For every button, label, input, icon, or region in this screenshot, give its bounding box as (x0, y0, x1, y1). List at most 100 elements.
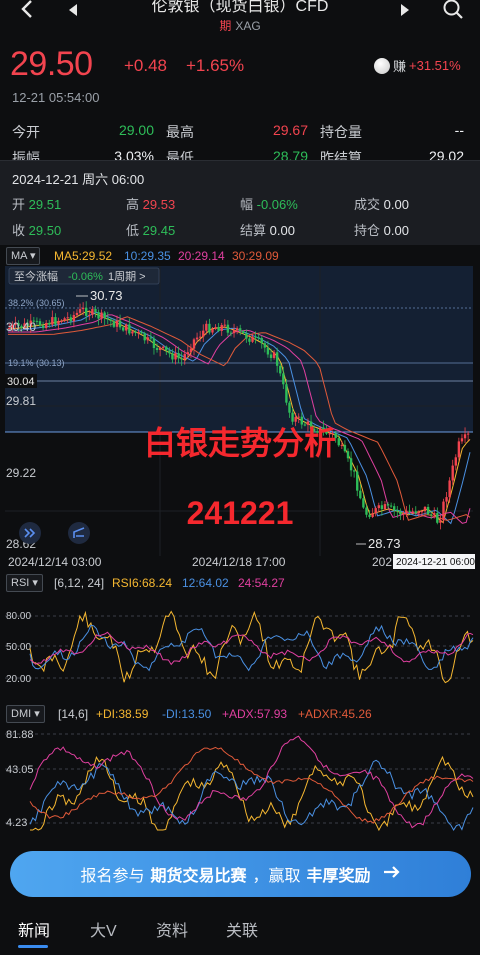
profit-dot-icon (374, 57, 390, 74)
rsi24-value: 24:54.27 (238, 576, 285, 590)
fib-zone-bg (5, 266, 473, 432)
ma-bar: MA ▾ MA5:29.52 10:29.35 20:29.14 30:29.0… (0, 245, 480, 267)
card-open-label: 开 (12, 197, 26, 212)
tab-info[interactable]: 资料 (156, 917, 188, 941)
y-label-3004: 30.04 (7, 376, 35, 388)
rsi-lines (29, 610, 474, 684)
expand-icon[interactable] (19, 522, 41, 544)
rsi12-value: 12:64.02 (182, 576, 229, 590)
stat-open-value: 29.00 (118, 122, 154, 138)
adxr-value: +ADXR:45.26 (298, 707, 372, 721)
page-title: 伦敦银（现货白银）CFD (151, 0, 329, 15)
period-label: 1周期 > (108, 270, 146, 283)
card-high-value: 29.53 (142, 197, 176, 212)
adx-value: +ADX:57.93 (222, 707, 288, 721)
quote-time: 12-21 05:54:00 (12, 90, 100, 105)
card-amp-value: -0.06% (256, 197, 298, 212)
rsi-params: [6,12, 24] (54, 576, 105, 590)
bottom-tabs: 新闻 大V 资料 关联 (0, 905, 480, 955)
price-change: +0.48 (124, 56, 168, 75)
rsi6-value: RSI6:68.24 (112, 576, 173, 590)
back-icon[interactable] (18, 0, 36, 22)
dmi-y-mid: 43.05 (6, 764, 34, 776)
high-mark-label: 30.73 (90, 288, 123, 303)
card-close-label: 收 (12, 223, 26, 238)
prev-icon[interactable] (66, 0, 80, 24)
crosshair-time: 2024-12-21 06:00 (396, 557, 475, 568)
stat-oi-label: 持仓量 (320, 124, 362, 140)
overlay-title: 白银走势分析 (144, 425, 336, 461)
card-low-value: 29.45 (142, 223, 176, 238)
card-vol-label: 成交 (354, 197, 381, 212)
banner-text-4: 丰厚奖励 (306, 868, 371, 885)
dmi-selector-label: DMI (11, 708, 32, 720)
draw-tool-icon[interactable] (68, 522, 90, 544)
stat-open-label: 今开 (12, 124, 40, 140)
dmi-chart[interactable]: 81.88 43.05 4.23 (0, 726, 480, 832)
dmi-y-bottom: 4.23 (6, 817, 27, 829)
card-date: 2024-12-21 周六 06:00 (12, 172, 145, 187)
rsi-chart[interactable]: 80.00 50.00 20.00 (0, 596, 480, 696)
dmi-bar: DMI ▾ [14,6] +DI:38.59 -DI:13.50 +ADX:57… (0, 703, 480, 725)
x-label-mid: 2024/12/18 17:00 (192, 555, 286, 569)
ma-selector[interactable]: MA ▾ (6, 247, 41, 265)
futures-tag: 期 (219, 19, 232, 33)
banner-text-1: 报名参与 (80, 868, 145, 885)
card-settle-value: 0.00 (269, 223, 295, 238)
x-label-end: 202 (372, 555, 392, 569)
symbol-code: XAG (235, 19, 261, 33)
tab-bigv[interactable]: 大V (90, 917, 117, 941)
card-open-value: 29.51 (28, 197, 62, 212)
dmi-lines (29, 735, 474, 832)
arrow-right-icon (383, 865, 401, 884)
tab-active-indicator (18, 945, 48, 948)
rsi-bar: RSI ▾ [6,12, 24] RSI6:68.24 12:64.02 24:… (0, 572, 480, 594)
stat-oi-value: -- (454, 122, 464, 138)
y-label-3040: 30.40 (6, 320, 36, 334)
card-oi-label: 持仓 (354, 223, 381, 238)
candle-info-card: 2024-12-21 周六 06:00 开 29.51 高 29.53 幅 -0… (0, 160, 480, 245)
banner-text-3: ，赢取 (252, 868, 301, 885)
ma-selector-label: MA (11, 250, 27, 262)
dmi-y-top: 81.88 (6, 729, 34, 741)
last-price: 29.50 (10, 45, 93, 83)
low-mark-label: 28.73 (368, 536, 401, 551)
top-nav: 伦敦银（现货白银）CFD 期 XAG (0, 0, 480, 36)
card-low-label: 低 (126, 223, 140, 238)
price-change-pct: +1.65% (186, 56, 245, 75)
contest-banner[interactable]: 报名参与 期货交易比赛 ，赢取 丰厚奖励 (10, 851, 471, 897)
y-label-2981: 29.81 (6, 394, 36, 408)
card-high-label: 高 (126, 197, 140, 212)
card-oi-value: 0.00 (383, 223, 409, 238)
dmi-selector[interactable]: DMI ▾ (6, 705, 45, 723)
rsi-y-20: 20.00 (6, 674, 31, 685)
rsi-selector[interactable]: RSI ▾ (6, 574, 43, 592)
stat-high-value: 29.67 (272, 122, 308, 138)
mdi-value: -DI:13.50 (162, 707, 212, 721)
change-value: -0.06% (68, 271, 103, 283)
card-settle-label: 结算 (240, 223, 267, 238)
pdi-value: +DI:38.59 (96, 707, 149, 721)
stat-high-label: 最高 (166, 124, 194, 140)
card-amp-label: 幅 (240, 197, 254, 212)
fib-382-label: 38.2% (30.65) (8, 298, 65, 308)
next-icon[interactable] (398, 0, 412, 24)
candlestick-chart[interactable]: 至今涨幅 -0.06% 1周期 > 38.2% (30.65) 19.1% (3… (0, 266, 480, 570)
ma20-value: 20:29.14 (178, 249, 225, 263)
overlay-code: 241221 (187, 495, 294, 531)
profit-label: 赚 (393, 59, 407, 74)
card-close-value: 29.50 (28, 223, 62, 238)
card-vol-value: 0.00 (383, 197, 409, 212)
profit-badge[interactable]: 赚 +31.51% (374, 56, 461, 75)
x-label-start: 2024/12/14 03:00 (8, 555, 102, 569)
change-label: 至今涨幅 (14, 269, 58, 283)
rsi-y-50: 50.00 (6, 642, 31, 653)
tab-related[interactable]: 关联 (226, 917, 258, 941)
tab-news[interactable]: 新闻 (18, 917, 50, 941)
dmi-params: [14,6] (58, 707, 89, 721)
ma10-value: 10:29.35 (124, 249, 171, 263)
fib-191-label: 19.1% (30.13) (8, 358, 65, 368)
y-label-2922: 29.22 (6, 466, 36, 480)
search-icon[interactable] (442, 0, 464, 22)
rsi-y-80: 80.00 (6, 611, 31, 622)
